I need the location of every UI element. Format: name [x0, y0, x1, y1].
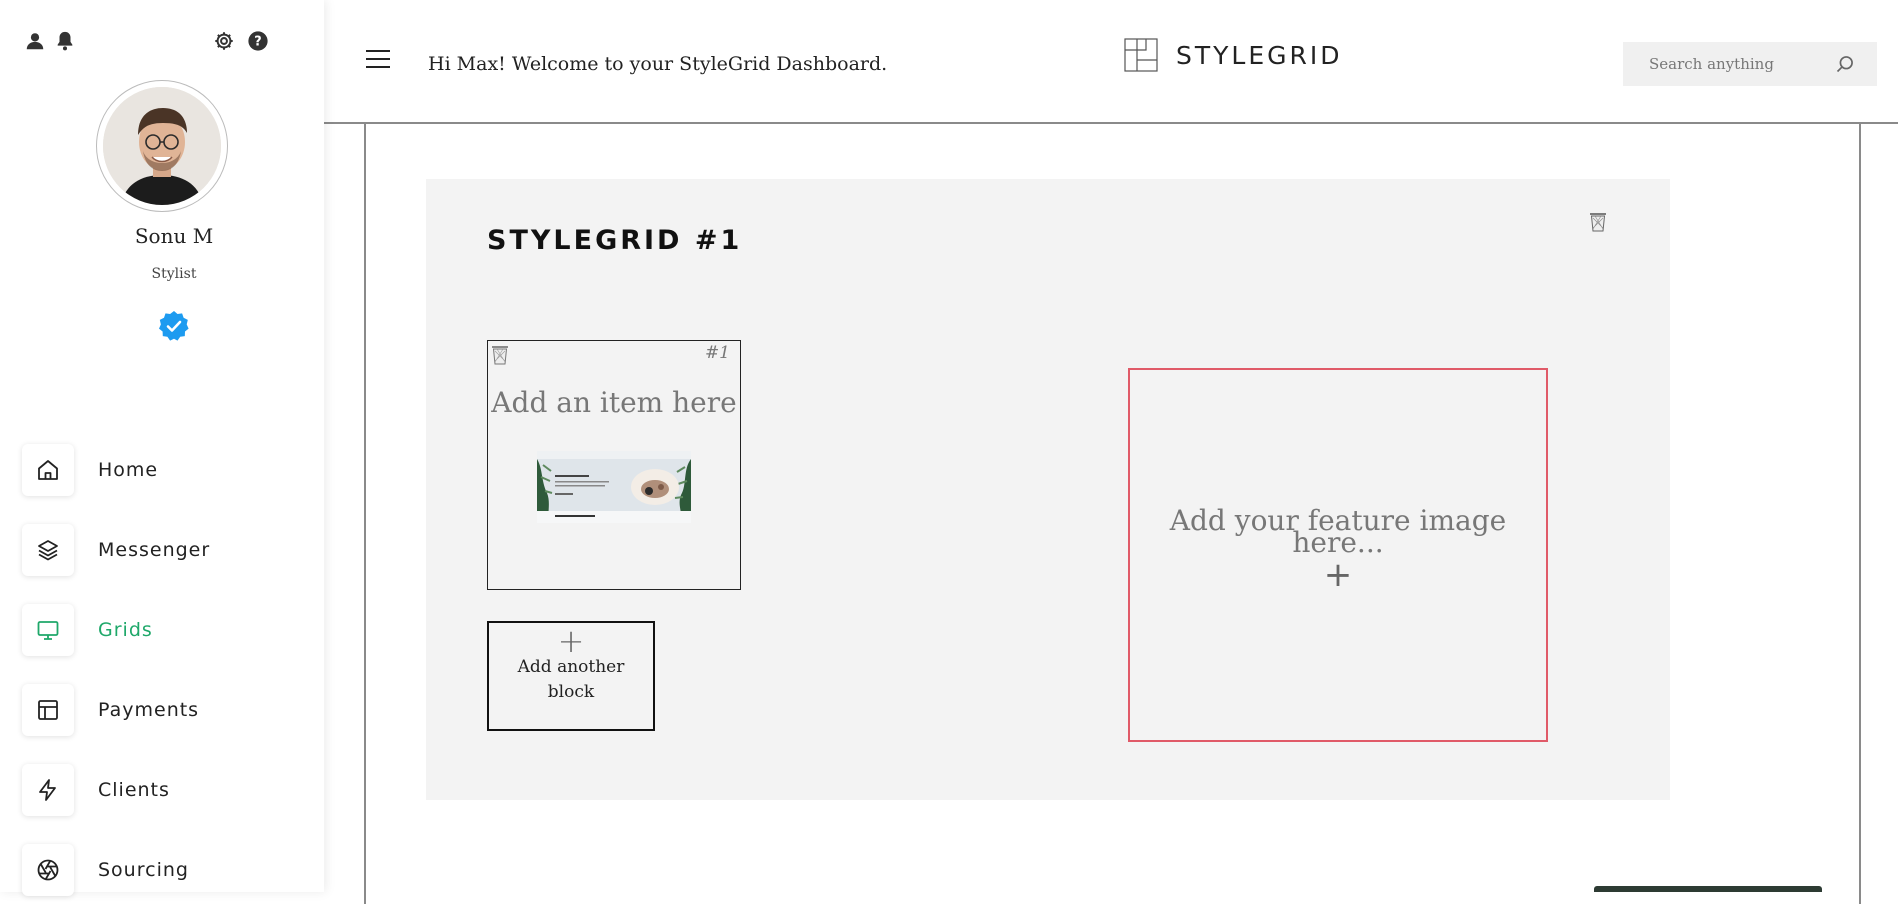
sidebar-item-payments[interactable]: Payments	[22, 684, 322, 736]
brand-name: STYLEGRID	[1176, 40, 1343, 70]
search-input[interactable]	[1649, 55, 1829, 73]
sidebar: ? Sonu M Stylist Home Messenger Grids Pa…	[0, 0, 324, 896]
grid-title: STYLEGRID #1	[487, 225, 743, 256]
brand[interactable]: STYLEGRID	[1124, 38, 1343, 72]
aperture-icon	[22, 844, 74, 896]
sidebar-item-sourcing[interactable]: Sourcing	[22, 844, 322, 896]
add-block-label: Add another block	[517, 657, 625, 702]
avatar[interactable]	[96, 80, 228, 212]
stylegrid-logo-icon	[1124, 38, 1158, 72]
sidebar-item-home[interactable]: Home	[22, 444, 322, 496]
user-name: Sonu M	[134, 224, 214, 248]
home-icon	[22, 444, 74, 496]
sidebar-item-messenger[interactable]: Messenger	[22, 524, 322, 576]
help-icon[interactable]: ?	[247, 30, 269, 52]
svg-text:?: ?	[254, 35, 261, 50]
welcome-message: Hi Max! Welcome to your StyleGrid Dashbo…	[428, 53, 888, 75]
add-another-block-button[interactable]: + Add another block	[487, 621, 655, 731]
verified-badge-icon	[159, 311, 189, 341]
layout-icon	[22, 684, 74, 736]
stylegrid-panel: STYLEGRID #1 #1 Add an item here + Add a…	[426, 179, 1670, 800]
layers-icon	[22, 524, 74, 576]
block-preview-thumbnail	[537, 451, 691, 523]
plus-icon: +	[557, 622, 585, 660]
sidebar-item-grids[interactable]: Grids	[22, 604, 322, 656]
search-box	[1623, 42, 1877, 86]
plus-icon: +	[1323, 555, 1353, 595]
sidebar-item-label: Home	[98, 459, 159, 481]
delete-grid-trash-icon[interactable]	[1589, 211, 1607, 233]
monitor-icon	[22, 604, 74, 656]
feature-image-dropzone[interactable]: Add your feature image here... +	[1128, 368, 1548, 742]
lightning-icon	[22, 764, 74, 816]
sidebar-item-label: Clients	[98, 779, 170, 801]
grid-item-block[interactable]: #1 Add an item here	[487, 340, 741, 590]
sidebar-nav: Home Messenger Grids Payments Clients So…	[22, 444, 322, 924]
delete-block-trash-icon[interactable]	[491, 344, 509, 366]
block-number: #1	[704, 343, 730, 363]
user-role: Stylist	[151, 266, 197, 282]
avatar-photo	[103, 87, 221, 205]
sidebar-item-label: Messenger	[98, 539, 211, 561]
sidebar-item-label: Sourcing	[98, 859, 189, 881]
sidebar-item-label: Grids	[98, 619, 153, 641]
gear-icon[interactable]	[213, 30, 235, 52]
sidebar-top-right-icons: ?	[213, 30, 269, 52]
sidebar-item-label: Payments	[98, 699, 200, 721]
search-icon[interactable]	[1835, 54, 1855, 74]
user-icon[interactable]	[24, 30, 46, 52]
sidebar-top-left-icons	[24, 30, 76, 52]
top-header: Hi Max! Welcome to your StyleGrid Dashbo…	[324, 0, 1898, 124]
sidebar-item-clients[interactable]: Clients	[22, 764, 322, 816]
bottom-action-bar[interactable]	[1594, 886, 1822, 892]
feature-image-label: Add your feature image here...	[1169, 504, 1507, 559]
block-placeholder-text: Add an item here	[491, 386, 737, 419]
hamburger-menu-icon[interactable]	[366, 50, 390, 70]
bell-icon[interactable]	[54, 30, 76, 52]
